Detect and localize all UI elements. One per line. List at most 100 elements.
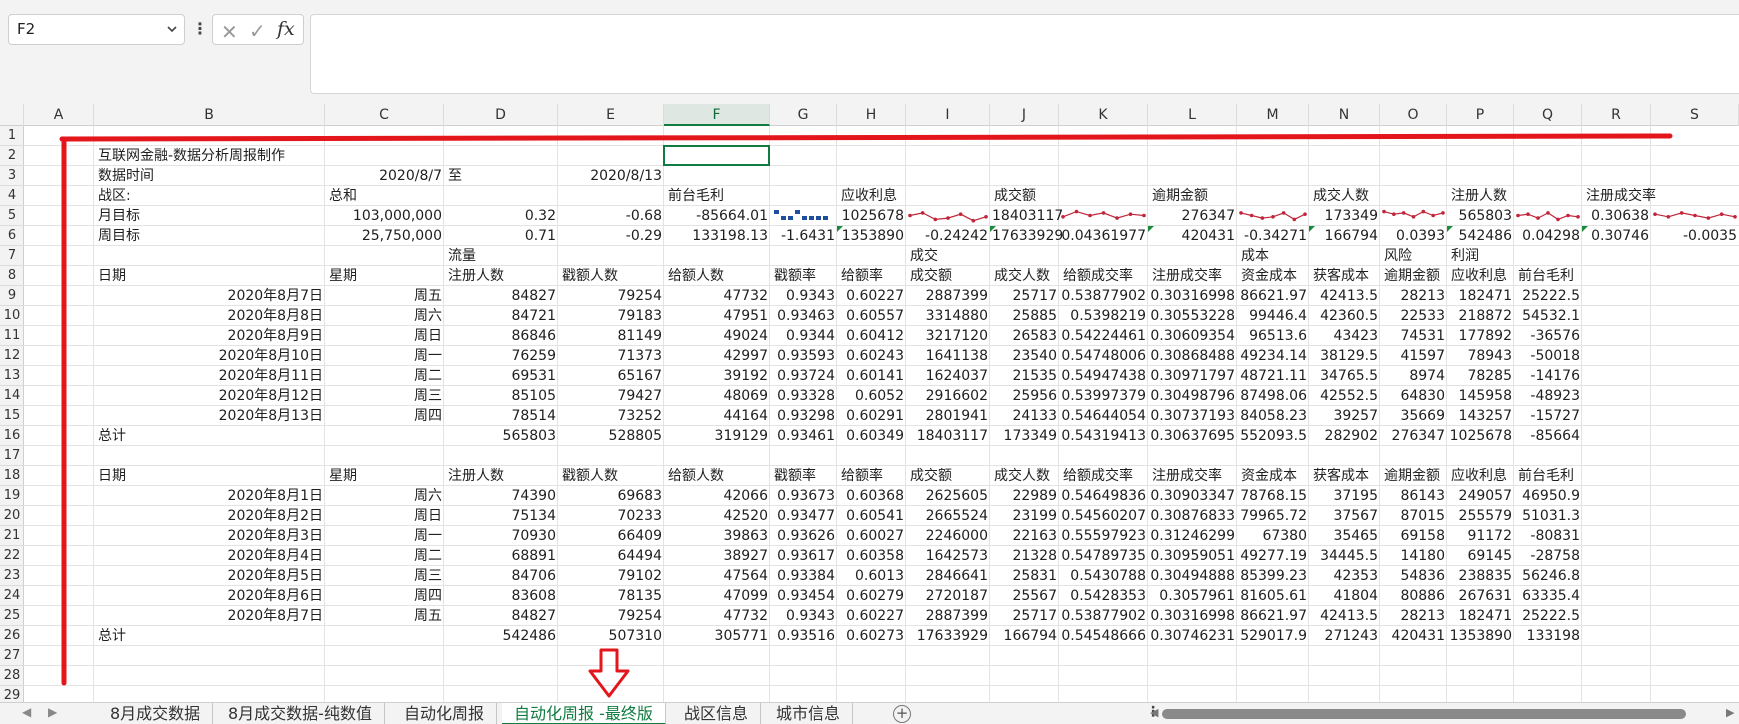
- cell-I24[interactable]: 2720187: [906, 586, 990, 606]
- cell-B12[interactable]: 2020年8月10日: [94, 346, 325, 366]
- cell-M10[interactable]: 99446.4: [1237, 306, 1309, 326]
- cell-L9[interactable]: 0.30316998: [1148, 286, 1237, 306]
- cell-N20[interactable]: 37567: [1309, 506, 1380, 526]
- cell-C5[interactable]: 103,000,000: [325, 206, 444, 226]
- cell-L6[interactable]: 420431: [1148, 226, 1237, 246]
- row-header-8[interactable]: 8: [0, 266, 24, 286]
- cell-L8[interactable]: 注册成交率: [1150, 266, 1224, 286]
- row-header-3[interactable]: 3: [0, 166, 24, 186]
- cell-J11[interactable]: 26583: [990, 326, 1059, 346]
- cell-D5[interactable]: 0.32: [444, 206, 558, 226]
- cell-P21[interactable]: 91172: [1447, 526, 1514, 546]
- cell-H4[interactable]: 应收利息: [839, 186, 899, 206]
- cell-J12[interactable]: 23540: [990, 346, 1059, 366]
- cell-O10[interactable]: 22533: [1380, 306, 1447, 326]
- scroll-right-icon[interactable]: ▶: [1726, 706, 1734, 719]
- cell-H21[interactable]: 0.60027: [837, 526, 906, 546]
- cell-J18[interactable]: 成交人数: [992, 466, 1052, 486]
- cell-E15[interactable]: 73252: [558, 406, 664, 426]
- cell-E5[interactable]: -0.68: [558, 206, 664, 226]
- cell-Q23[interactable]: 56246.8: [1514, 566, 1582, 586]
- cell-B14[interactable]: 2020年8月12日: [94, 386, 325, 406]
- cell-Q11[interactable]: -36576: [1514, 326, 1582, 346]
- cell-C22[interactable]: 周二: [325, 546, 444, 566]
- cell-F23[interactable]: 47564: [664, 566, 770, 586]
- cell-Q26[interactable]: 133198: [1514, 626, 1582, 646]
- cell-J24[interactable]: 25567: [990, 586, 1059, 606]
- cell-I16[interactable]: 18403117: [906, 426, 990, 446]
- cell-D20[interactable]: 75134: [444, 506, 558, 526]
- cell-C15[interactable]: 周四: [325, 406, 444, 426]
- sheet-tab-6[interactable]: 城市信息: [764, 703, 854, 724]
- cell-Q22[interactable]: -28758: [1514, 546, 1582, 566]
- cell-J5[interactable]: 18403117: [990, 206, 1063, 226]
- row-header-28[interactable]: 28: [0, 666, 24, 686]
- cell-F19[interactable]: 42066: [664, 486, 770, 506]
- row-header-25[interactable]: 25: [0, 606, 24, 626]
- cell-P10[interactable]: 218872: [1447, 306, 1514, 326]
- cell-K10[interactable]: 0.5398219: [1059, 306, 1148, 326]
- cell-H19[interactable]: 0.60368: [837, 486, 906, 506]
- row-header-19[interactable]: 19: [0, 486, 24, 506]
- horizontal-scrollbar[interactable]: [1162, 709, 1686, 719]
- cell-N14[interactable]: 42552.5: [1309, 386, 1380, 406]
- cell-K18[interactable]: 给额成交率: [1061, 466, 1135, 486]
- cell-I6[interactable]: -0.24242: [906, 226, 990, 246]
- cell-I22[interactable]: 1642573: [906, 546, 990, 566]
- cell-F21[interactable]: 39863: [664, 526, 770, 546]
- cell-F24[interactable]: 47099: [664, 586, 770, 606]
- cell-G11[interactable]: 0.9344: [770, 326, 837, 346]
- cell-H18[interactable]: 给额率: [839, 466, 885, 486]
- cell-J22[interactable]: 21328: [990, 546, 1059, 566]
- cell-B20[interactable]: 2020年8月2日: [94, 506, 325, 526]
- cell-N24[interactable]: 41804: [1309, 586, 1380, 606]
- cell-K19[interactable]: 0.54649836: [1059, 486, 1148, 506]
- cell-F20[interactable]: 42520: [664, 506, 770, 526]
- cell-G8[interactable]: 戳额率: [772, 266, 818, 286]
- cell-D25[interactable]: 84827: [444, 606, 558, 626]
- cell-E13[interactable]: 65167: [558, 366, 664, 386]
- cell-D3[interactable]: 至: [446, 166, 464, 186]
- cell-H24[interactable]: 0.60279: [837, 586, 906, 606]
- cell-L22[interactable]: 0.30959051: [1148, 546, 1237, 566]
- cell-D21[interactable]: 70930: [444, 526, 558, 546]
- cell-B9[interactable]: 2020年8月7日: [94, 286, 325, 306]
- cell-F15[interactable]: 44164: [664, 406, 770, 426]
- cell-N5[interactable]: 173349: [1309, 206, 1380, 226]
- cell-J19[interactable]: 22989: [990, 486, 1059, 506]
- cell-O9[interactable]: 28213: [1380, 286, 1447, 306]
- row-header-23[interactable]: 23: [0, 566, 24, 586]
- cell-L21[interactable]: 0.31246299: [1148, 526, 1237, 546]
- row-header-2[interactable]: 2: [0, 146, 24, 166]
- cell-O14[interactable]: 64830: [1380, 386, 1447, 406]
- cell-C20[interactable]: 周日: [325, 506, 444, 526]
- cell-K22[interactable]: 0.54789735: [1059, 546, 1148, 566]
- cell-G22[interactable]: 0.93617: [770, 546, 837, 566]
- cell-J20[interactable]: 23199: [990, 506, 1059, 526]
- cell-B10[interactable]: 2020年8月8日: [94, 306, 325, 326]
- cell-L26[interactable]: 0.30746231: [1148, 626, 1237, 646]
- cell-L19[interactable]: 0.30903347: [1148, 486, 1237, 506]
- cell-Q16[interactable]: -85664: [1514, 426, 1582, 446]
- cell-M19[interactable]: 78768.15: [1237, 486, 1309, 506]
- cell-P5[interactable]: 565803: [1447, 206, 1514, 226]
- column-header-I[interactable]: I: [906, 104, 990, 126]
- row-header-27[interactable]: 27: [0, 646, 24, 666]
- cell-I25[interactable]: 2887399: [906, 606, 990, 626]
- cell-B5[interactable]: 月目标: [96, 206, 142, 226]
- cell-G23[interactable]: 0.93384: [770, 566, 837, 586]
- cell-O16[interactable]: 276347: [1380, 426, 1447, 446]
- cell-B11[interactable]: 2020年8月9日: [94, 326, 325, 346]
- cell-B24[interactable]: 2020年8月6日: [94, 586, 325, 606]
- cell-H14[interactable]: 0.6052: [837, 386, 906, 406]
- cell-J25[interactable]: 25717: [990, 606, 1059, 626]
- cell-O19[interactable]: 86143: [1380, 486, 1447, 506]
- row-header-6[interactable]: 6: [0, 226, 24, 246]
- cell-E6[interactable]: -0.29: [558, 226, 664, 246]
- row-header-24[interactable]: 24: [0, 586, 24, 606]
- confirm-icon[interactable]: ✓: [249, 19, 266, 43]
- cell-C3[interactable]: 2020/8/7: [325, 166, 444, 186]
- column-header-Q[interactable]: Q: [1514, 104, 1582, 126]
- cell-K8[interactable]: 给额成交率: [1061, 266, 1135, 286]
- cell-C4[interactable]: 总和: [327, 186, 359, 206]
